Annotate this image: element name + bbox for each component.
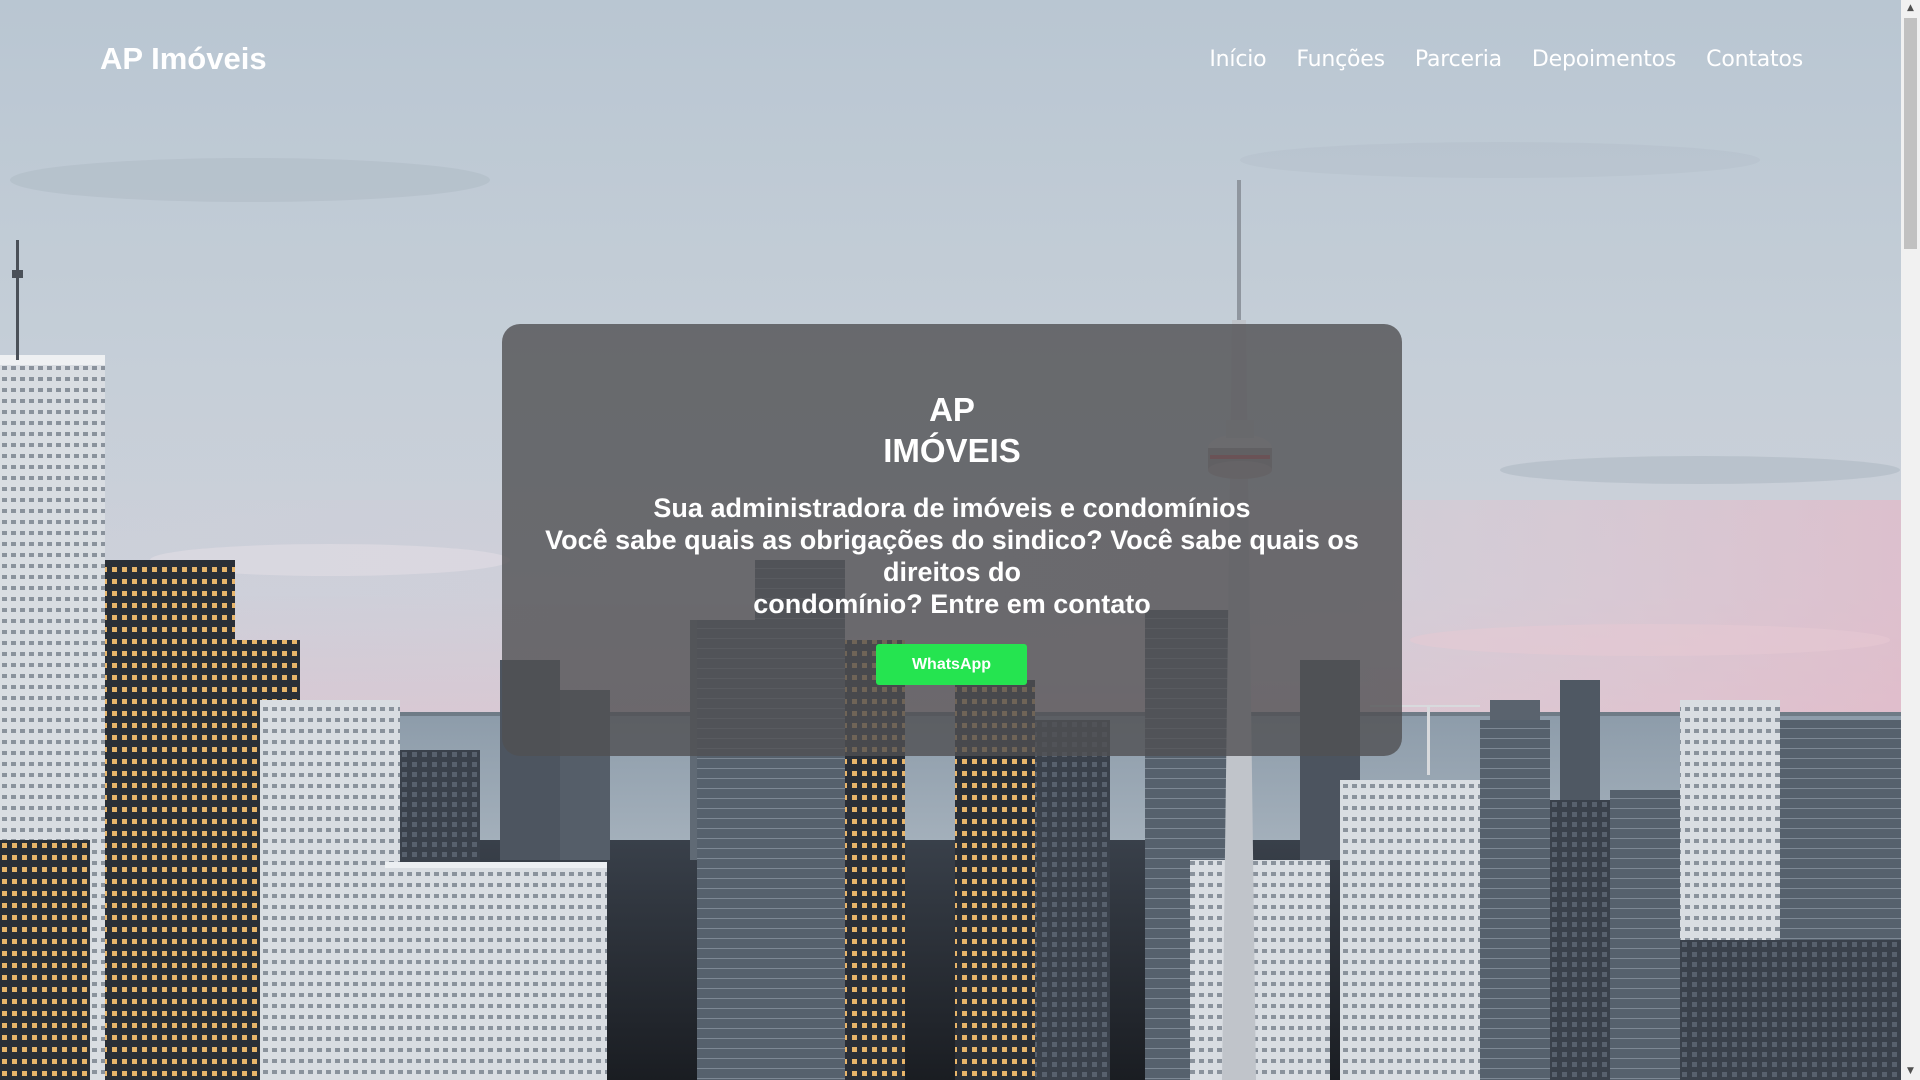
hero-question-line1: Você sabe quais as obrigações do sindico… xyxy=(545,525,1359,587)
nav-link-depoimentos[interactable]: Depoimentos xyxy=(1532,47,1676,72)
scroll-up-arrow-icon[interactable]: ▲ xyxy=(1901,0,1920,17)
nav-link-inicio[interactable]: Início xyxy=(1209,47,1266,72)
top-navbar: AP Imóveis Início Funções Parceria Depoi… xyxy=(0,0,1901,124)
scroll-down-arrow-icon[interactable]: ▼ xyxy=(1901,1063,1920,1080)
hero-title-line1: AP xyxy=(929,391,975,428)
hero-description: Sua administradora de imóveis e condomín… xyxy=(532,492,1372,620)
nav-link-parceria[interactable]: Parceria xyxy=(1415,47,1502,72)
nav-link-funcoes[interactable]: Funções xyxy=(1296,47,1385,72)
page: AP Imóveis Início Funções Parceria Depoi… xyxy=(0,0,1920,1080)
hero-card: AP IMÓVEIS Sua administradora de imóveis… xyxy=(502,324,1402,756)
hero-subtitle: Sua administradora de imóveis e condomín… xyxy=(653,493,1251,523)
brand-logo[interactable]: AP Imóveis xyxy=(100,41,267,77)
hero-title-line2: IMÓVEIS xyxy=(883,432,1021,469)
page-scrollbar[interactable]: ▲ ▼ xyxy=(1901,0,1920,1080)
hero-title: AP IMÓVEIS xyxy=(502,389,1402,471)
nav-link-contatos[interactable]: Contatos xyxy=(1706,47,1803,72)
main-nav: Início Funções Parceria Depoimentos Cont… xyxy=(1209,47,1803,72)
whatsapp-button[interactable]: WhatsApp xyxy=(876,644,1027,685)
hero-question-line2: condomínio? Entre em contato xyxy=(753,589,1151,619)
scrollbar-thumb[interactable] xyxy=(1904,18,1917,249)
